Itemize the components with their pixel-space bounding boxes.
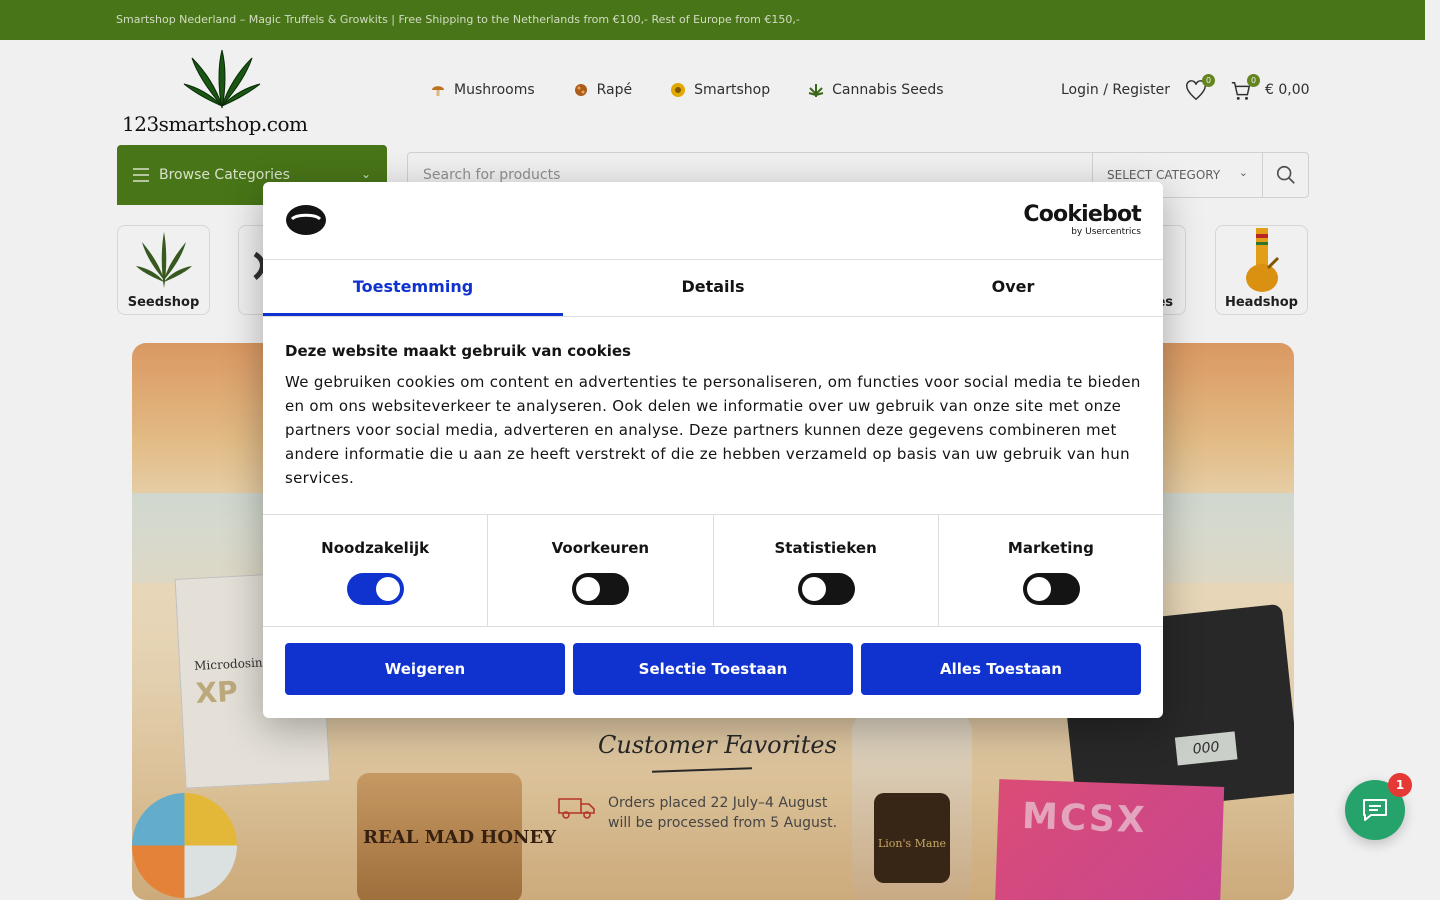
- toggle-necessary: Noodzakelijk: [263, 515, 489, 626]
- cookiebot-brand[interactable]: Cookiebot by Usercentrics: [1023, 202, 1141, 238]
- switch-knob: [376, 577, 401, 601]
- cookie-consent-dialog: Cookiebot by Usercentrics Toestemming De…: [263, 182, 1163, 718]
- dialog-buttons: Weigeren Selectie Toestaan Alles Toestaa…: [285, 643, 1141, 695]
- toggle-statistics: Statistieken: [714, 515, 939, 626]
- marketing-switch[interactable]: [1022, 573, 1080, 605]
- toggle-preferences: Voorkeuren: [488, 515, 714, 626]
- toggle-label: Statistieken: [774, 539, 877, 557]
- chat-icon: [1363, 799, 1387, 821]
- toggle-label: Marketing: [1007, 539, 1094, 557]
- brand-name: Cookiebot: [1023, 202, 1141, 227]
- toggle-marketing: Marketing: [939, 515, 1163, 626]
- necessary-switch[interactable]: [347, 573, 405, 605]
- switch-knob: [801, 577, 826, 601]
- tab-details[interactable]: Details: [563, 260, 863, 316]
- tab-over[interactable]: Over: [863, 260, 1163, 316]
- dialog-body-text: We gebruiken cookies om content en adver…: [285, 373, 1141, 487]
- dialog-tabs: Toestemming Details Over: [263, 259, 1163, 317]
- switch-knob: [1026, 577, 1051, 601]
- consent-toggles: Noodzakelijk Voorkeuren Statistieken Mar…: [263, 514, 1163, 627]
- preferences-switch[interactable]: [572, 573, 630, 605]
- statistics-switch[interactable]: [797, 573, 855, 605]
- deny-button[interactable]: Weigeren: [285, 643, 565, 695]
- cookiebot-logo-icon: [286, 205, 326, 235]
- allow-selection-button[interactable]: Selectie Toestaan: [573, 643, 853, 695]
- dialog-heading: Deze website maakt gebruik van cookies: [285, 342, 631, 360]
- switch-knob: [576, 577, 601, 601]
- toggle-label: Voorkeuren: [551, 539, 650, 557]
- allow-all-button[interactable]: Alles Toestaan: [861, 643, 1141, 695]
- brand-sub: by Usercentrics: [1071, 227, 1141, 237]
- toggle-label: Noodzakelijk: [321, 539, 430, 557]
- tab-toestemming[interactable]: Toestemming: [263, 260, 563, 316]
- chat-unread-badge: 1: [1388, 773, 1412, 797]
